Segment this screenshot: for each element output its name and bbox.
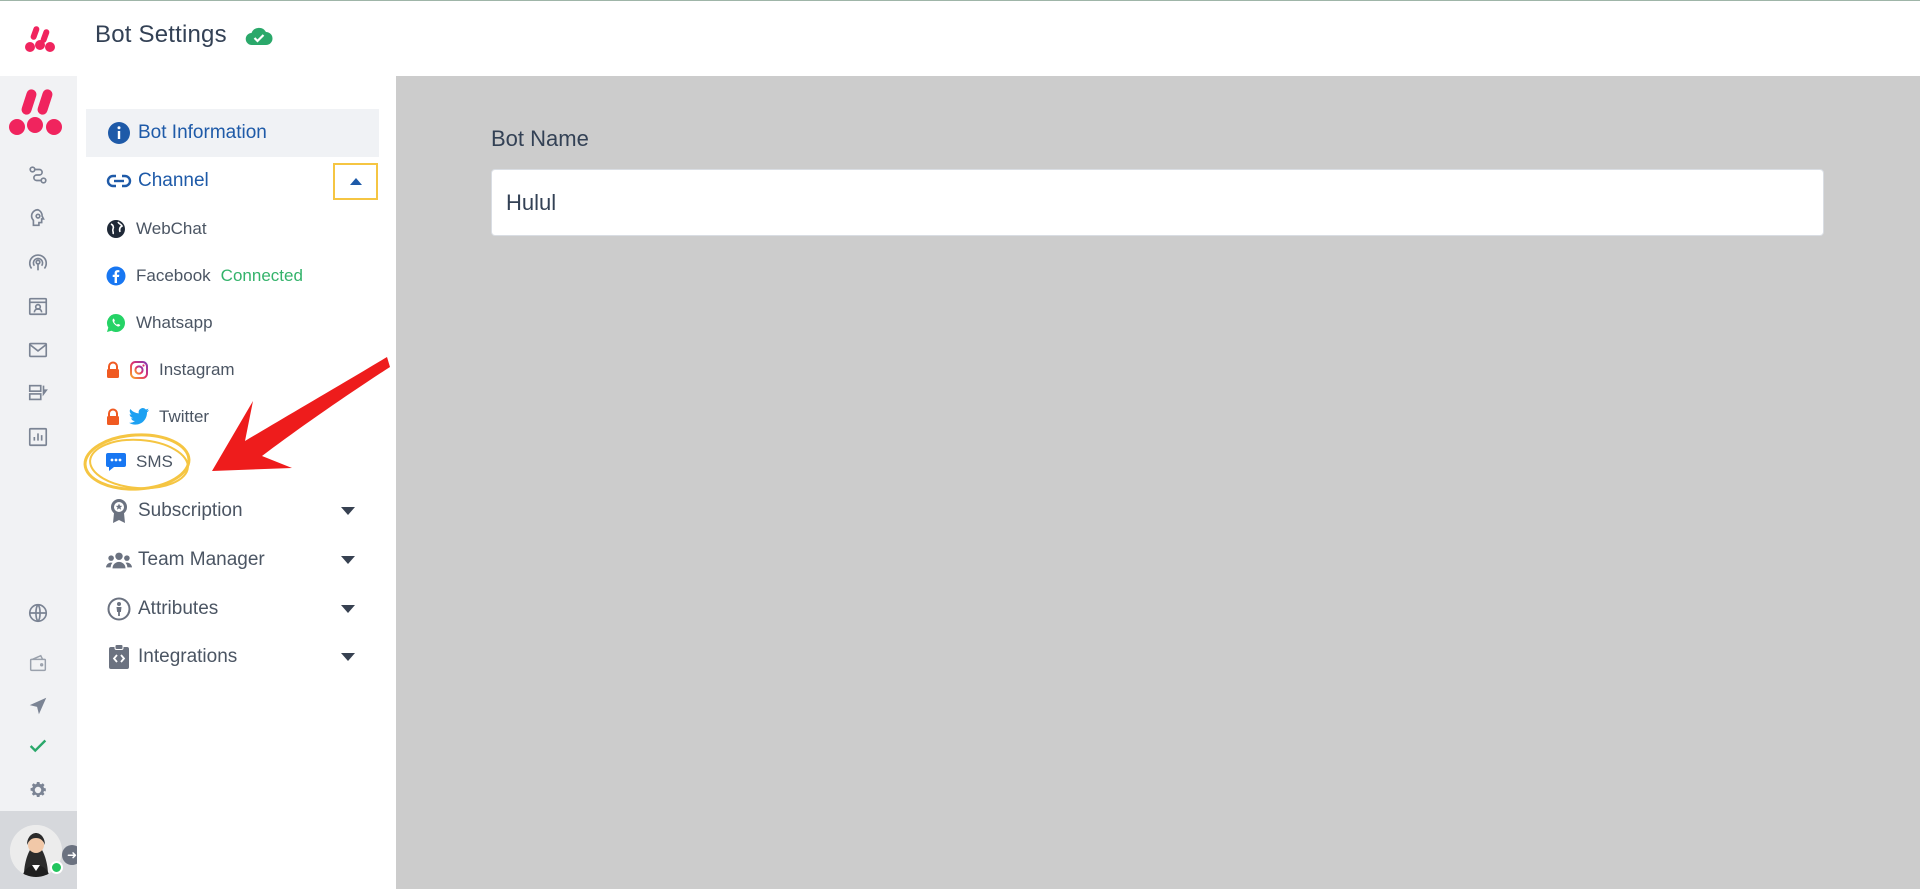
cloud-saved-icon <box>245 25 273 47</box>
bot-name-label: Bot Name <box>491 126 589 151</box>
channel-whatsapp[interactable]: Whatsapp <box>105 306 213 340</box>
team-users-icon <box>106 547 132 573</box>
send-icon[interactable] <box>24 692 52 720</box>
instagram-icon <box>128 359 150 381</box>
nav-subscription-label: Subscription <box>138 500 243 521</box>
nav-team-manager[interactable]: Team Manager <box>86 536 379 584</box>
main-content: Bot Name <box>396 76 1920 889</box>
wallet-icon[interactable] <box>24 649 52 677</box>
nav-integrations[interactable]: Integrations <box>86 633 379 681</box>
channel-twitter-label: Twitter <box>159 407 210 426</box>
facebook-connected-status: Connected <box>220 266 303 285</box>
nav-attributes[interactable]: Attributes <box>86 585 379 633</box>
channel-twitter[interactable]: Twitter <box>105 400 209 434</box>
brand-logo-small[interactable] <box>0 1 77 76</box>
channel-instagram-label: Instagram <box>159 360 235 379</box>
nav-bot-information-label: Bot Information <box>138 122 267 143</box>
online-status-dot <box>50 861 63 874</box>
facebook-icon <box>105 265 127 287</box>
code-clipboard-icon <box>106 644 132 670</box>
channel-sms-label: SMS <box>136 452 173 471</box>
whatsapp-icon <box>105 312 127 334</box>
twitter-icon <box>128 406 150 428</box>
channel-whatsapp-label: Whatsapp <box>136 313 213 332</box>
link-icon <box>106 168 132 194</box>
templates-icon[interactable] <box>24 379 52 407</box>
nav-attributes-label: Attributes <box>138 598 219 619</box>
chevron-down-icon[interactable] <box>341 507 355 515</box>
brand-logo-large[interactable] <box>8 87 68 139</box>
channel-sms[interactable]: SMS <box>105 445 173 479</box>
lock-icon <box>105 408 121 426</box>
flow-icon[interactable] <box>24 161 52 189</box>
ai-brain-icon[interactable] <box>24 204 52 232</box>
broadcast-icon[interactable] <box>24 249 52 277</box>
nav-team-manager-label: Team Manager <box>138 549 265 570</box>
channel-collapse-button[interactable] <box>333 163 378 200</box>
top-header: Bot Settings <box>77 1 1920 76</box>
award-badge-icon <box>106 498 132 524</box>
nav-bot-information[interactable]: Bot Information <box>86 109 379 157</box>
nav-integrations-label: Integrations <box>138 646 238 667</box>
settings-nav: Bot Information Channel WebChat Facebook… <box>77 76 396 889</box>
nav-subscription[interactable]: Subscription <box>86 487 379 535</box>
app-window: ➜ Bot Settings Bot Information Channel W… <box>0 0 1920 889</box>
nav-channel-label: Channel <box>138 170 209 191</box>
check-icon[interactable] <box>24 732 52 760</box>
nav-channel[interactable]: Channel <box>86 157 379 205</box>
channel-facebook[interactable]: Facebook Connected <box>105 259 303 293</box>
lock-icon <box>105 361 121 379</box>
chevron-down-icon[interactable] <box>341 605 355 613</box>
channel-instagram[interactable]: Instagram <box>105 353 235 387</box>
globe-icon <box>105 218 127 240</box>
person-circle-icon <box>106 596 132 622</box>
language-globe-icon[interactable] <box>24 599 52 627</box>
page-title: Bot Settings <box>95 21 227 48</box>
mail-icon[interactable] <box>24 336 52 364</box>
info-icon <box>106 120 132 146</box>
caret-up-icon <box>349 178 362 185</box>
chevron-down-icon[interactable] <box>341 653 355 661</box>
contacts-icon[interactable] <box>24 292 52 320</box>
settings-gear-icon[interactable] <box>24 776 52 804</box>
chevron-down-icon[interactable] <box>341 556 355 564</box>
bot-name-input[interactable] <box>491 169 1824 236</box>
sms-icon <box>105 451 127 473</box>
channel-facebook-label: Facebook <box>136 266 211 285</box>
icon-rail: ➜ <box>0 1 82 889</box>
channel-webchat-label: WebChat <box>136 219 207 238</box>
channel-webchat[interactable]: WebChat <box>105 212 207 246</box>
analytics-icon[interactable] <box>24 423 52 451</box>
